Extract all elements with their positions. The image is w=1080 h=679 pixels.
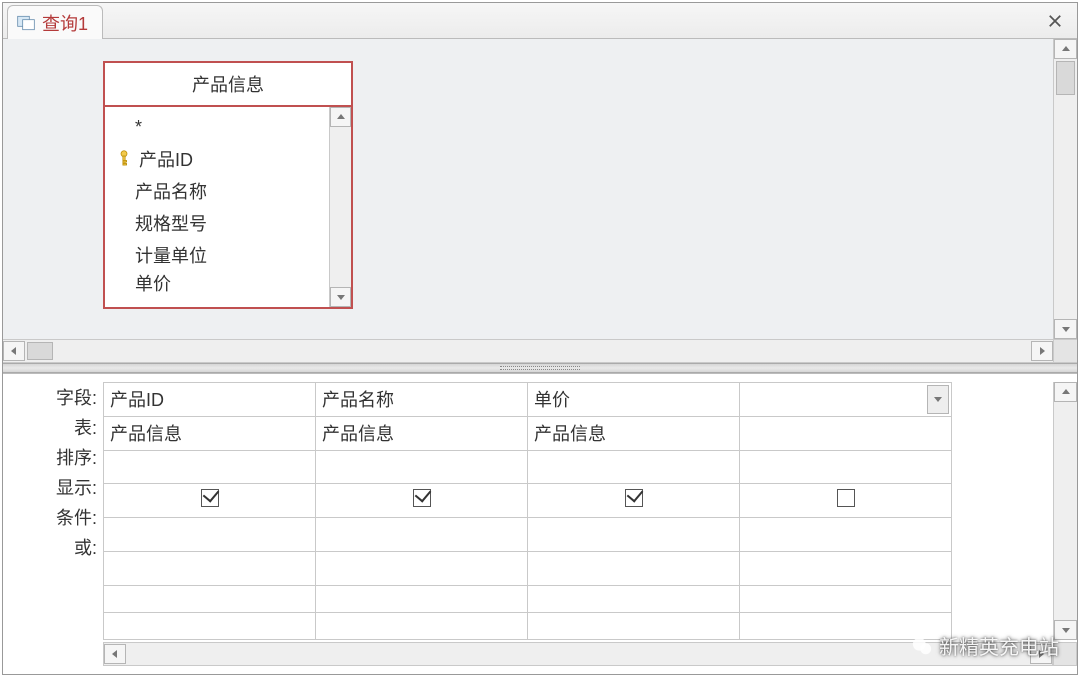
field-row-产品名称[interactable]: 产品名称 [115,175,323,207]
cell-table-2[interactable]: 产品信息 [528,416,740,450]
scroll-left-button[interactable] [3,341,25,361]
cell-sort-1[interactable] [316,450,528,484]
cell-criteria-1[interactable] [316,518,528,552]
show-checkbox[interactable] [413,489,431,507]
cell-or-2[interactable] [528,552,740,586]
cell-sort-2[interactable] [528,450,740,484]
field-row-规格型号[interactable]: 规格型号 [115,207,323,239]
tab-query1[interactable]: 查询1 [7,5,103,39]
scroll-up-button[interactable] [330,107,351,127]
scroll-thumb[interactable] [128,645,154,663]
cell-or-0[interactable] [104,552,316,586]
row-criteria [104,518,952,552]
lower-vertical-scrollbar[interactable] [1053,382,1077,640]
label-criteria: 条件: [3,502,103,532]
row-show [104,484,952,518]
scroll-corner [1053,340,1077,362]
tab-title: 查询1 [42,10,88,36]
table-title: 产品信息 [105,63,351,107]
row-extra-1 [104,585,952,612]
show-checkbox[interactable] [837,489,855,507]
query-design-window: 查询1 产品信息 * 产品I [2,2,1078,675]
scroll-down-button[interactable] [1054,620,1077,640]
scroll-down-button[interactable] [330,287,351,307]
scroll-right-button[interactable] [1030,644,1052,664]
upper-vertical-scrollbar[interactable] [1053,39,1077,339]
cell-field-2[interactable]: 单价 [528,383,740,417]
row-extra-2 [104,612,952,639]
query-grid-pane: 字段: 表: 排序: 显示: 条件: 或: 产品ID 产品名称 单价 [3,373,1077,674]
pane-splitter[interactable] [3,363,1077,373]
show-checkbox[interactable] [625,489,643,507]
scroll-up-button[interactable] [1054,39,1077,59]
cell-show-2[interactable] [528,484,740,518]
cell-criteria-2[interactable] [528,518,740,552]
label-show: 显示: [3,472,103,502]
grid-row-labels: 字段: 表: 排序: 显示: 条件: 或: [3,382,103,640]
fieldlist-scrollbar[interactable] [329,107,351,307]
row-or [104,552,952,586]
cell-criteria-3[interactable] [740,518,952,552]
label-field: 字段: [3,382,103,412]
upper-horizontal-scrollbar[interactable] [3,339,1077,363]
primary-key-icon [115,150,133,168]
cell-show-3[interactable] [740,484,952,518]
scroll-thumb[interactable] [27,342,53,360]
cell-show-0[interactable] [104,484,316,518]
field-list[interactable]: * 产品ID 产品名称 规格型号 [105,107,329,307]
scroll-left-button[interactable] [104,644,126,664]
scroll-right-button[interactable] [1031,341,1053,361]
scroll-down-button[interactable] [1054,319,1077,339]
row-sort [104,450,952,484]
tab-bar: 查询1 [3,3,1077,39]
table-产品信息[interactable]: 产品信息 * 产品ID 产品名称 [103,61,353,309]
field-row-star[interactable]: * [115,111,323,143]
scroll-thumb[interactable] [1056,61,1075,95]
cell-criteria-0[interactable] [104,518,316,552]
design-surface[interactable]: 产品信息 * 产品ID 产品名称 [3,39,1077,339]
label-sort: 排序: [3,442,103,472]
label-table: 表: [3,412,103,442]
scroll-corner [1053,642,1077,666]
lower-horizontal-scrollbar[interactable] [103,642,1053,666]
label-or: 或: [3,532,103,562]
cell-field-3[interactable] [740,383,952,417]
query-grid[interactable]: 产品ID 产品名称 单价 产品信息 产品信息 产品信息 [103,382,952,640]
cell-field-0[interactable]: 产品ID [104,383,316,417]
close-button[interactable] [1043,9,1067,33]
cell-or-1[interactable] [316,552,528,586]
field-row-单价[interactable]: 单价 [115,271,323,295]
cell-or-3[interactable] [740,552,952,586]
cell-sort-0[interactable] [104,450,316,484]
cell-table-3[interactable] [740,416,952,450]
field-row-产品id[interactable]: 产品ID [115,143,323,175]
show-checkbox[interactable] [201,489,219,507]
field-row-计量单位[interactable]: 计量单位 [115,239,323,271]
field-dropdown-button[interactable] [927,385,949,414]
cell-table-1[interactable]: 产品信息 [316,416,528,450]
cell-table-0[interactable]: 产品信息 [104,416,316,450]
scroll-up-button[interactable] [1054,382,1077,402]
query-icon [16,13,36,33]
row-table: 产品信息 产品信息 产品信息 [104,416,952,450]
row-field: 产品ID 产品名称 单价 [104,383,952,417]
cell-sort-3[interactable] [740,450,952,484]
cell-field-1[interactable]: 产品名称 [316,383,528,417]
cell-show-1[interactable] [316,484,528,518]
